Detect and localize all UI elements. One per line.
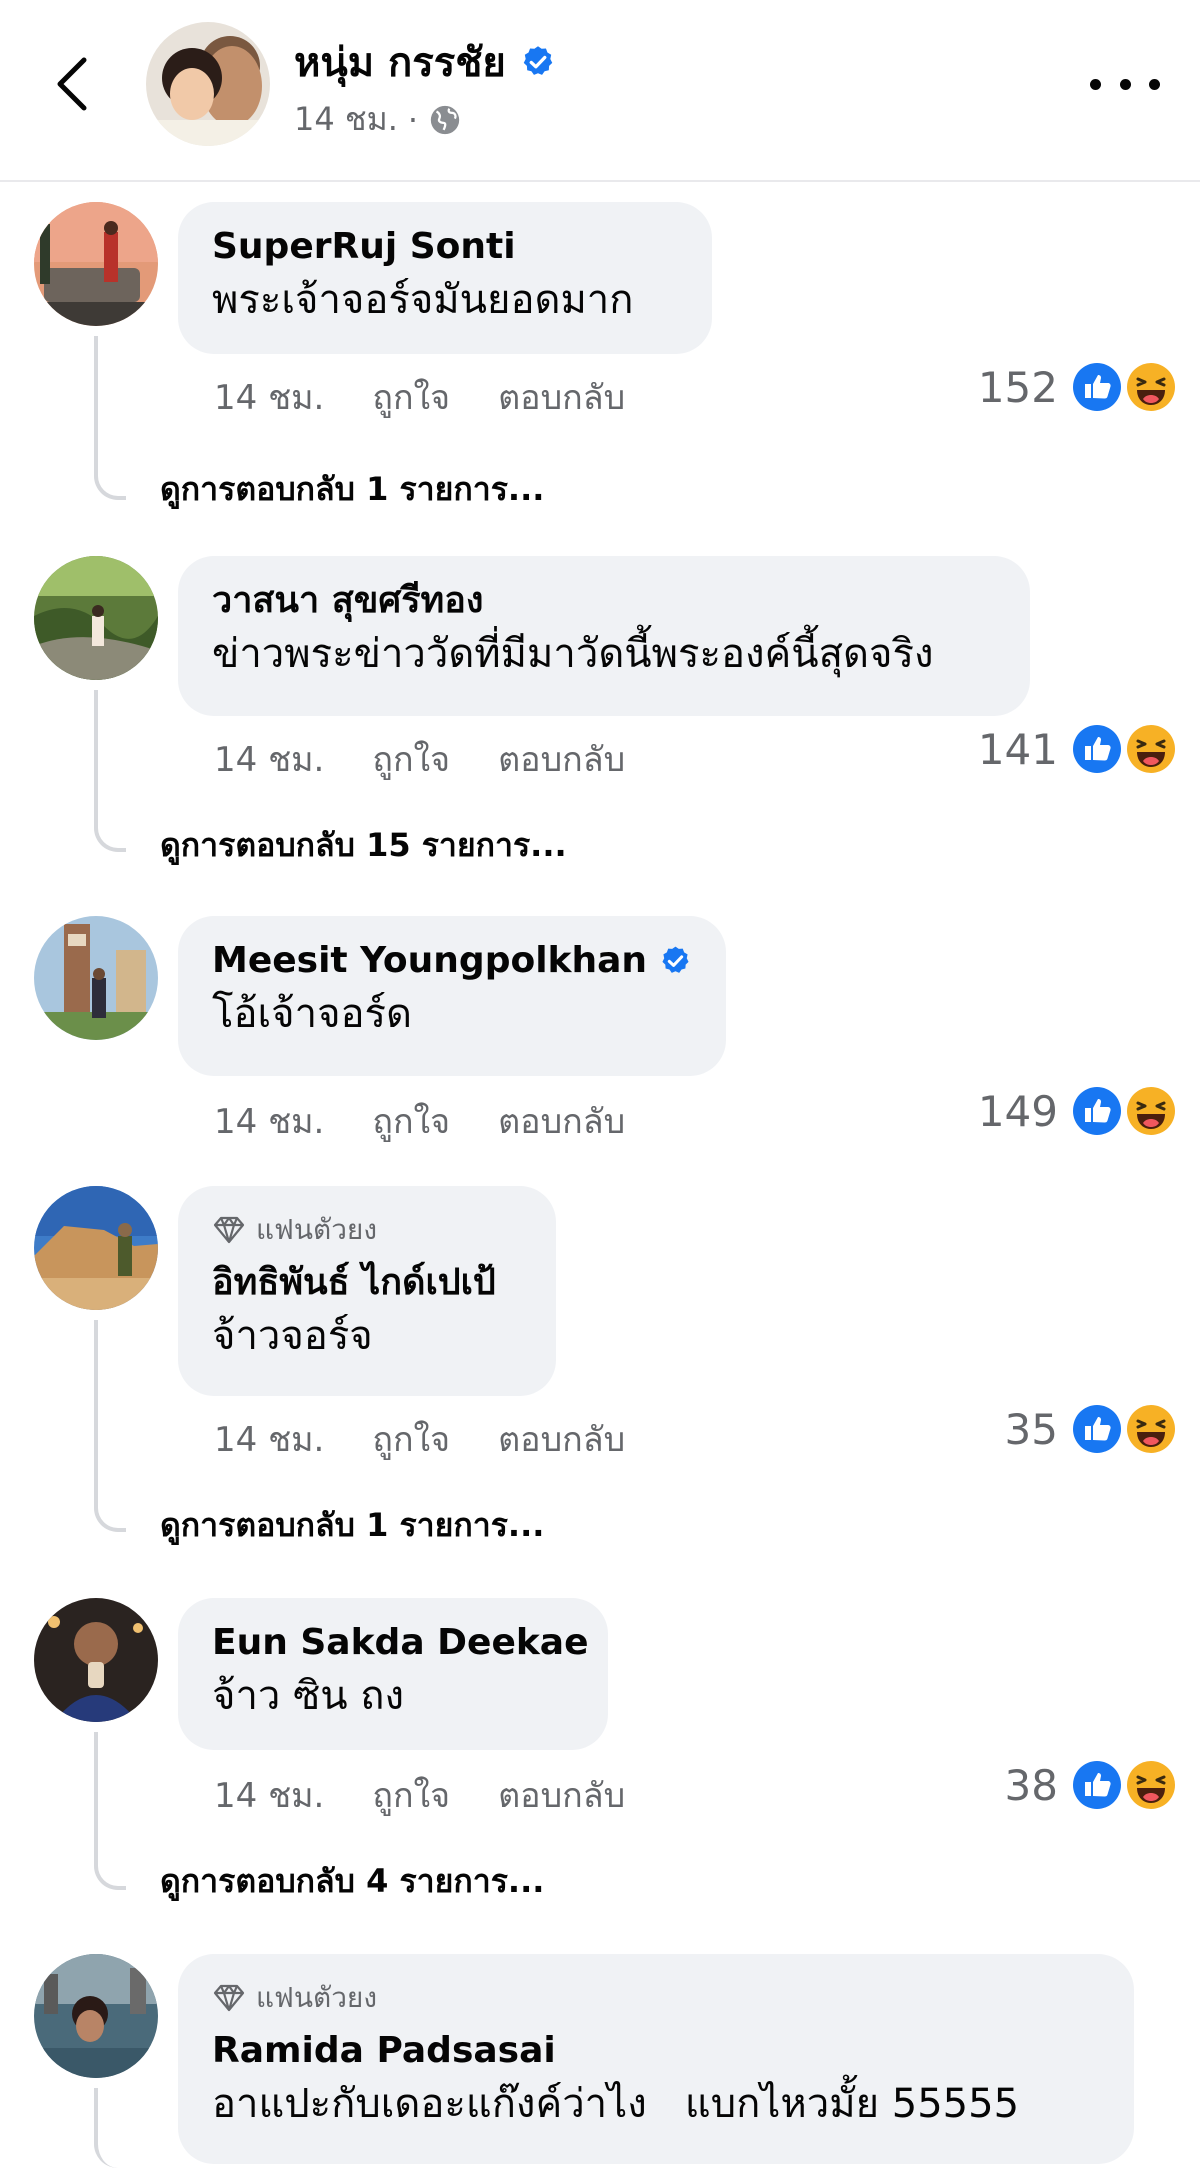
- comment-time[interactable]: 14 ชม.: [214, 732, 324, 786]
- like-button[interactable]: ถูกใจ: [372, 370, 450, 424]
- view-replies-link[interactable]: ดูการตอบกลับ 1 รายการ...: [160, 464, 544, 515]
- fan-badge-label: แฟนตัวยง: [256, 1213, 377, 1246]
- reaction-summary[interactable]: 141: [978, 724, 1176, 774]
- like-reaction-icon: [1073, 1405, 1121, 1453]
- comment-author[interactable]: Meesit Youngpolkhan: [212, 938, 647, 984]
- comment-text: ข่าวพระข่าววัดที่มีมาวัดนี้พระองค์นี้สุด…: [212, 631, 934, 677]
- comment-author[interactable]: วาสนา สุขศรีทอง: [212, 578, 483, 624]
- haha-reaction-icon: [1127, 1087, 1175, 1135]
- comment-bubble[interactable]: วาสนา สุขศรีทอง ข่าวพระข่าววัดที่มีมาวัด…: [178, 556, 1030, 716]
- reaction-count: 141: [977, 724, 1058, 774]
- commenter-avatar[interactable]: [34, 1186, 158, 1310]
- comment-actions: 14 ชม. ถูกใจ ตอบกลับ: [214, 1094, 625, 1148]
- comment-actions: 14 ชม. ถูกใจ ตอบกลับ: [214, 1768, 625, 1822]
- commenter-avatar[interactable]: [34, 916, 158, 1040]
- haha-reaction-icon: [1127, 1405, 1175, 1453]
- reply-button[interactable]: ตอบกลับ: [498, 732, 625, 786]
- comment-actions: 14 ชม. ถูกใจ ตอบกลับ: [214, 732, 625, 786]
- reaction-count: 38: [1004, 1760, 1058, 1810]
- comment-author[interactable]: Eun Sakda Deekae: [212, 1620, 589, 1666]
- haha-reaction-icon: [1127, 363, 1175, 411]
- verified-badge-icon: [662, 946, 689, 973]
- commenter-avatar[interactable]: [34, 556, 158, 680]
- comment-text: อาแปะกับเดอะแก๊งค์ว่าไง แบกไหวมั้ย 55555: [212, 2081, 1020, 2127]
- diamond-icon: [213, 1216, 245, 1244]
- reaction-summary[interactable]: 38: [1005, 1760, 1176, 1810]
- thread-line: [94, 1732, 126, 1890]
- globe-icon: [430, 105, 460, 134]
- comment-actions: 14 ชม. ถูกใจ ตอบกลับ: [214, 1412, 625, 1466]
- comment-time[interactable]: 14 ชม.: [214, 1768, 324, 1822]
- comment-time[interactable]: 14 ชม.: [214, 1412, 324, 1466]
- comment-author[interactable]: อิทธิพันธ์ ไกด์เปเป้: [212, 1260, 496, 1306]
- comment-text: พระเจ้าจอร์จมันยอดมาก: [212, 277, 634, 323]
- view-replies-link[interactable]: ดูการตอบกลับ 15 รายการ...: [160, 820, 567, 871]
- reaction-count: 152: [977, 362, 1058, 412]
- reply-button[interactable]: ตอบกลับ: [498, 1094, 625, 1148]
- like-reaction-icon: [1073, 1087, 1121, 1135]
- like-button[interactable]: ถูกใจ: [372, 1768, 450, 1822]
- comment-actions: 14 ชม. ถูกใจ ตอบกลับ: [214, 370, 625, 424]
- fan-badge: แฟนตัวยง: [212, 1208, 522, 1252]
- back-button[interactable]: [44, 48, 100, 120]
- fan-badge: แฟนตัวยง: [212, 1976, 1100, 2020]
- more-options-button[interactable]: [1090, 64, 1160, 104]
- post-header: หนุ่ม กรรชัย 14 ชม. ·: [0, 0, 1200, 182]
- reply-button[interactable]: ตอบกลับ: [498, 1412, 625, 1466]
- page-title: หนุ่ม กรรชัย: [294, 30, 556, 94]
- thread-line: [94, 1320, 126, 1532]
- post-meta: 14 ชม. ·: [294, 94, 462, 145]
- view-replies-link[interactable]: ดูการตอบกลับ 4 รายการ...: [160, 1856, 544, 1907]
- fan-badge-label: แฟนตัวยง: [256, 1981, 377, 2014]
- reply-button[interactable]: ตอบกลับ: [498, 370, 625, 424]
- comment-time[interactable]: 14 ชม.: [214, 370, 324, 424]
- comment-bubble[interactable]: แฟนตัวยง อิทธิพันธ์ ไกด์เปเป้ จ้าวจอร์จ: [178, 1186, 556, 1396]
- commenter-avatar[interactable]: [34, 1954, 158, 2078]
- comment-author[interactable]: SuperRuj Sonti: [212, 224, 516, 270]
- like-button[interactable]: ถูกใจ: [372, 1094, 450, 1148]
- like-reaction-icon: [1073, 363, 1121, 411]
- verified-badge-icon: [523, 46, 553, 75]
- reaction-summary[interactable]: 152: [978, 362, 1176, 412]
- comment-text: โอ้เจ้าจอร์ด: [212, 991, 412, 1037]
- like-reaction-icon: [1073, 725, 1121, 773]
- reaction-count: 149: [977, 1086, 1058, 1136]
- haha-reaction-icon: [1127, 1761, 1175, 1809]
- comment-author[interactable]: Ramida Padsasai: [212, 2028, 556, 2074]
- like-reaction-icon: [1073, 1761, 1121, 1809]
- like-button[interactable]: ถูกใจ: [372, 732, 450, 786]
- comment-bubble[interactable]: Meesit Youngpolkhan โอ้เจ้าจอร์ด: [178, 916, 726, 1076]
- view-replies-link[interactable]: ดูการตอบกลับ 1 รายการ...: [160, 1500, 544, 1551]
- reaction-count: 35: [1004, 1404, 1058, 1454]
- comment-bubble[interactable]: Eun Sakda Deekae จ้าว ซิน ถง: [178, 1598, 608, 1750]
- more-dots-icon: [1090, 78, 1101, 90]
- reaction-summary[interactable]: 35: [1005, 1404, 1176, 1454]
- thread-line: [94, 690, 126, 852]
- chevron-left-icon: [57, 57, 87, 111]
- page-author-name[interactable]: หนุ่ม กรรชัย: [294, 30, 506, 94]
- diamond-icon: [213, 1984, 245, 2012]
- comment-bubble[interactable]: แฟนตัวยง Ramida Padsasai อาแปะกับเดอะแก๊…: [178, 1954, 1134, 2164]
- haha-reaction-icon: [1127, 725, 1175, 773]
- page-avatar[interactable]: [146, 22, 270, 146]
- reaction-summary[interactable]: 149: [978, 1086, 1176, 1136]
- reply-button[interactable]: ตอบกลับ: [498, 1768, 625, 1822]
- post-time[interactable]: 14 ชม.: [294, 94, 398, 145]
- comment-text: จ้าวจอร์จ: [212, 1313, 373, 1359]
- thread-line: [94, 2088, 126, 2168]
- commenter-avatar[interactable]: [34, 202, 158, 326]
- like-button[interactable]: ถูกใจ: [372, 1412, 450, 1466]
- commenter-avatar[interactable]: [34, 1598, 158, 1722]
- comment-time[interactable]: 14 ชม.: [214, 1094, 324, 1148]
- comment-text: จ้าว ซิน ถง: [212, 1673, 405, 1719]
- meta-separator: ·: [407, 100, 419, 139]
- thread-line: [94, 336, 126, 500]
- comment-bubble[interactable]: SuperRuj Sonti พระเจ้าจอร์จมันยอดมาก: [178, 202, 712, 354]
